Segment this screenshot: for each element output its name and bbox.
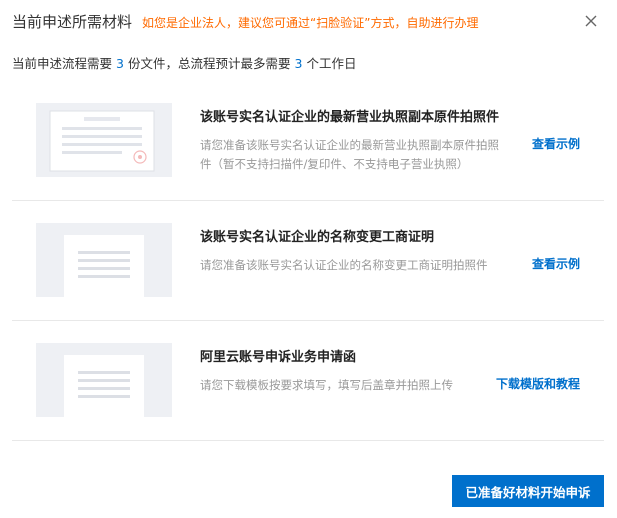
document-thumbnail [36, 223, 172, 297]
summary-prefix: 当前申述流程需要 [12, 56, 113, 71]
dialog-title: 当前申述所需材料 [12, 13, 133, 31]
document-thumbnail [36, 343, 172, 417]
process-summary: 当前申述流程需要 3 份文件，总流程预计最多需要 3 个工作日 [12, 53, 356, 72]
face-verify-tip: 如您是企业法人，建议您可通过“扫脸验证”方式，自助进行办理 [142, 16, 479, 30]
download-template-link[interactable]: 下载模版和教程 [496, 375, 580, 392]
item-title: 阿里云账号申诉业务申请函 [200, 350, 357, 365]
item-desc: 请您下载模板按要求填写，填写后盖章并拍照上传 [200, 378, 453, 392]
dialog-header: 当前申述所需材料 如您是企业法人，建议您可通过“扫脸验证”方式，自助进行办理 [12, 11, 605, 35]
item-title: 该账号实名认证企业的最新营业执照副本原件拍照件 [200, 110, 500, 125]
list-item: 该账号实名认证企业的最新营业执照副本原件拍照件 请您准备该账号实名认证企业的最新… [12, 81, 604, 201]
list-item: 该账号实名认证企业的名称变更工商证明 请您准备该账号实名认证企业的名称变更工商证… [12, 201, 604, 321]
list-item: 阿里云账号申诉业务申请函 请您下载模板按要求填写，填写后盖章并拍照上传 下载模版… [12, 321, 604, 441]
view-example-link[interactable]: 查看示例 [532, 255, 580, 272]
start-appeal-button[interactable]: 已准备好材料开始申诉 [452, 475, 604, 507]
close-icon[interactable] [583, 13, 599, 29]
item-desc: 请您准备该账号实名认证企业的最新营业执照副本原件拍照件（暂不支持扫描件/复印件、… [200, 138, 499, 171]
days-count: 3 [294, 56, 303, 71]
summary-suffix: 个工作日 [306, 56, 357, 71]
view-example-link[interactable]: 查看示例 [532, 135, 580, 152]
item-desc: 请您准备该账号实名认证企业的名称变更工商证明拍照件 [200, 258, 488, 272]
item-title: 该账号实名认证企业的名称变更工商证明 [200, 230, 435, 245]
summary-middle: 份文件，总流程预计最多需要 [127, 56, 291, 71]
materials-list: 该账号实名认证企业的最新营业执照副本原件拍照件 请您准备该账号实名认证企业的最新… [12, 81, 604, 441]
business-license-thumbnail [36, 103, 172, 177]
file-count: 3 [116, 56, 124, 71]
